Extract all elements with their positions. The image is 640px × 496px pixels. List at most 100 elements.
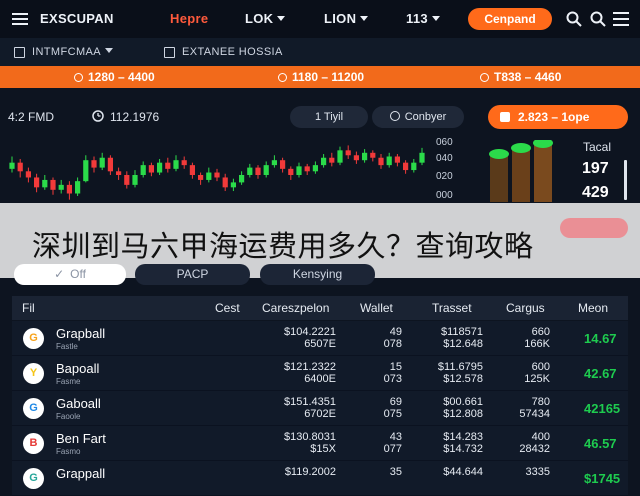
cell-trasset: $44.644: [443, 466, 483, 478]
candle[interactable]: [378, 157, 384, 166]
nav-item-lok[interactable]: LOK: [245, 11, 286, 26]
candle[interactable]: [124, 175, 130, 185]
coin-logo-icon: Y: [23, 363, 44, 384]
candle[interactable]: [419, 152, 425, 163]
candle[interactable]: [304, 166, 310, 172]
candle[interactable]: [362, 152, 368, 161]
candle[interactable]: [222, 177, 228, 188]
candle[interactable]: [255, 167, 261, 175]
candle[interactable]: [83, 160, 89, 182]
candle[interactable]: [337, 150, 343, 163]
nav-item-lion[interactable]: LION: [324, 11, 369, 26]
volume-bar: [512, 148, 530, 202]
col-header[interactable]: Cargus: [506, 301, 545, 315]
candle[interactable]: [25, 171, 31, 178]
checkbox[interactable]: [14, 47, 25, 58]
ticker-item[interactable]: 1280 – 4400: [74, 70, 155, 84]
candle[interactable]: [181, 160, 187, 166]
candle[interactable]: [312, 165, 318, 172]
menu-icon[interactable]: [12, 12, 28, 26]
candle[interactable]: [271, 160, 277, 166]
col-header[interactable]: Trasset: [432, 301, 472, 315]
exchange-link[interactable]: EXTANEE HOSSIA: [182, 46, 283, 58]
filter-dropdown[interactable]: INTMFCMAA: [32, 46, 113, 58]
brand-logo[interactable]: EXSCUPAN: [40, 11, 114, 26]
checkbox-2[interactable]: [164, 47, 175, 58]
table-row[interactable]: G Grapball Fastle $104.2221 6507E 49 078 $11857…: [12, 321, 628, 356]
compare-pill[interactable]: Conbyer: [372, 106, 464, 128]
timeframe-label: 4:2 FMD: [8, 110, 55, 124]
candle[interactable]: [386, 156, 392, 166]
candle[interactable]: [34, 177, 40, 188]
candle[interactable]: [345, 150, 351, 156]
candle[interactable]: [189, 165, 195, 175]
candle[interactable]: [329, 157, 335, 163]
candle[interactable]: [17, 162, 23, 172]
asset-name: Bapoall: [56, 361, 100, 376]
red-badge: [560, 218, 628, 238]
candle[interactable]: [353, 155, 359, 161]
scrollbar[interactable]: [624, 160, 627, 200]
nav-item-113[interactable]: 113: [406, 11, 440, 26]
candle[interactable]: [321, 157, 327, 166]
candle[interactable]: [42, 179, 48, 188]
candle[interactable]: [288, 168, 294, 175]
candle[interactable]: [148, 165, 154, 173]
cell-cargus: 780 57434: [519, 396, 550, 420]
candle[interactable]: [165, 162, 171, 169]
segment-kensying[interactable]: Kensying: [260, 264, 375, 285]
candle[interactable]: [157, 162, 163, 173]
price-range-button[interactable]: 2.823 – 1ope: [488, 105, 628, 129]
nav-item-hepre[interactable]: Hepre: [170, 11, 208, 26]
table-row[interactable]: G Gaboall Faoole $151.4351 6702E 69 075 $00.661…: [12, 391, 628, 426]
table-row[interactable]: G Grappall $119.2002 35 $44.644 3335 $1745: [12, 461, 628, 496]
search-icon-2[interactable]: [590, 11, 606, 27]
ticker-item[interactable]: 1180 – 11200: [278, 70, 364, 84]
col-header[interactable]: Fil: [22, 301, 35, 315]
table-row[interactable]: B Ben Fart Fasmo $130.8031 $15X 43 077 $14.283 $…: [12, 426, 628, 461]
cenpand-button[interactable]: Cenpand: [468, 8, 552, 30]
candle[interactable]: [140, 165, 146, 175]
candle[interactable]: [75, 181, 81, 194]
candle[interactable]: [9, 162, 15, 169]
col-header[interactable]: Cest: [215, 301, 240, 315]
cell-cargus: 660 166K: [524, 326, 550, 350]
candle[interactable]: [50, 179, 56, 190]
table-header: Fil Cest Careszpelon Wallet Trasset Carg…: [12, 296, 628, 320]
candle[interactable]: [394, 156, 400, 163]
grid-menu-icon[interactable]: [613, 11, 629, 27]
candle[interactable]: [411, 162, 417, 171]
wallet-icon: [500, 112, 510, 122]
ticker-item[interactable]: T838 – 4460: [480, 70, 561, 84]
clock-icon: [92, 110, 104, 122]
candle[interactable]: [198, 175, 204, 180]
candle[interactable]: [239, 175, 245, 183]
candle[interactable]: [91, 160, 97, 168]
coin-logo-icon: G: [23, 468, 44, 489]
candle[interactable]: [280, 160, 286, 169]
volume-cap: [489, 149, 509, 159]
candle[interactable]: [230, 182, 236, 188]
candle[interactable]: [173, 160, 179, 169]
candle[interactable]: [296, 166, 302, 175]
candle[interactable]: [99, 157, 105, 168]
candle[interactable]: [116, 171, 122, 175]
candle[interactable]: [247, 167, 253, 175]
col-header[interactable]: Meon: [578, 301, 608, 315]
candle[interactable]: [403, 162, 409, 171]
candle[interactable]: [206, 172, 212, 180]
col-header[interactable]: Careszpelon: [262, 301, 329, 315]
candle[interactable]: [66, 184, 72, 194]
candle[interactable]: [58, 184, 64, 190]
interval-pill[interactable]: 1 Tiyil: [290, 106, 368, 128]
segment-off[interactable]: ✓ Off: [14, 264, 126, 285]
search-icon[interactable]: [566, 11, 582, 27]
candle[interactable]: [263, 165, 269, 175]
col-header[interactable]: Wallet: [360, 301, 393, 315]
table-row[interactable]: Y Bapoall Fasme $121.2322 6400E 15 073 $11.6795…: [12, 356, 628, 391]
candle[interactable]: [370, 152, 376, 158]
segment-pacp[interactable]: PACP: [135, 264, 250, 285]
candle[interactable]: [107, 157, 113, 172]
candle[interactable]: [132, 175, 138, 185]
candle[interactable]: [214, 172, 220, 178]
